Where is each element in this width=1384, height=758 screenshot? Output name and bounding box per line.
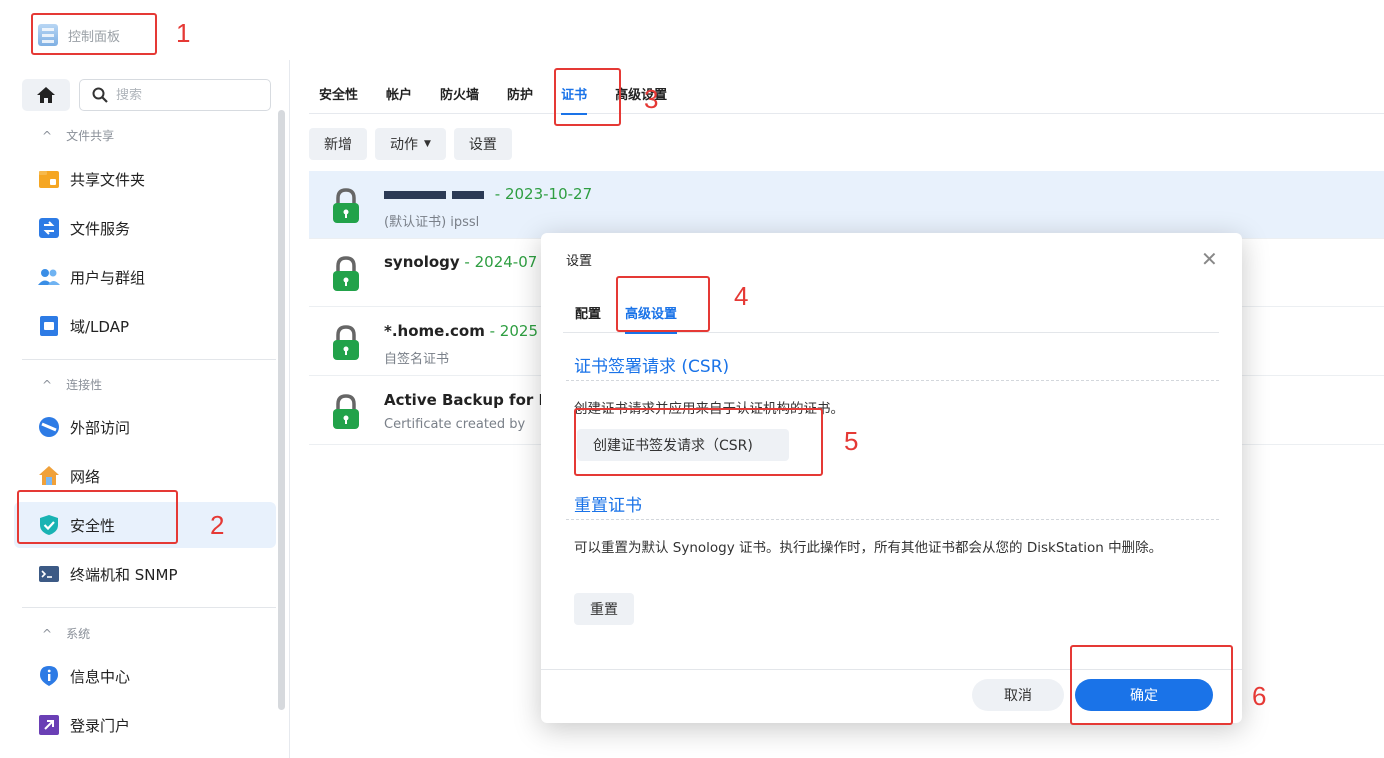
sidebar-item-external-access[interactable]: 外部访问 [14, 404, 276, 450]
sidebar-divider [22, 359, 276, 360]
certificate-description: (默认证书) ipssl [384, 215, 480, 230]
redacted-text [384, 190, 446, 199]
close-icon[interactable]: ✕ [1201, 247, 1218, 271]
cancel-button[interactable]: 取消 [972, 679, 1064, 711]
search-icon [92, 87, 108, 103]
tab-protection[interactable]: 防护 [493, 60, 547, 114]
home-button[interactable] [22, 79, 70, 111]
tab-security[interactable]: 安全性 [309, 60, 372, 114]
section-divider [566, 519, 1219, 520]
sidebar-item-login-portal[interactable]: 登录门户 [14, 702, 276, 748]
annotation-number-1: 1 [176, 18, 191, 48]
certificate-name: - 2023-10-27 [384, 185, 592, 203]
section-label: 文件共享 [66, 129, 115, 143]
search-input[interactable] [116, 87, 246, 103]
annotation-number-2: 2 [210, 510, 225, 540]
certificate-description: Certificate created by [384, 417, 526, 432]
chevron-up-icon: ^ [42, 377, 53, 392]
lock-icon [333, 256, 359, 291]
user-group-icon [38, 269, 60, 285]
certificate-name: *.home.com - 2025 [384, 322, 538, 340]
tab-bar: 安全性 帐户 防火墙 防护 证书 高级设置 [309, 60, 1384, 115]
sidebar-item-label: 域/LDAP [70, 317, 130, 336]
certificate-row[interactable]: - 2023-10-27 (默认证书) ipssl [309, 171, 1384, 239]
reset-description: 可以重置为默认 Synology 证书。执行此操作时，所有其他证书都会从您的 D… [574, 540, 1163, 556]
sidebar-item-label: 共享文件夹 [70, 170, 146, 189]
sidebar-item-label: 外部访问 [70, 418, 131, 437]
certificate-name: Active Backup for I [384, 391, 544, 409]
sidebar-item-file-services[interactable]: 文件服务 [14, 205, 276, 251]
section-header-system[interactable]: ^ 系统 [42, 625, 90, 642]
certificate-label: *.home.com [384, 322, 485, 340]
external-access-icon [39, 417, 59, 437]
sidebar-item-domain-ldap[interactable]: 域/LDAP [14, 303, 276, 349]
sidebar-item-user-group[interactable]: 用户与群组 [14, 254, 276, 300]
section-header-file-sharing[interactable]: ^ 文件共享 [42, 127, 114, 144]
lock-icon [333, 188, 359, 223]
certificate-label: Active Backup for I [384, 391, 545, 409]
redacted-text [452, 190, 484, 199]
lock-icon [333, 325, 359, 360]
section-label: 系统 [66, 627, 91, 641]
certificate-expiry: - 2024-07 [459, 253, 538, 271]
sidebar-item-label: 用户与群组 [70, 268, 146, 287]
home-icon [37, 87, 55, 103]
tab-account[interactable]: 帐户 [372, 60, 426, 114]
sidebar-item-terminal-snmp[interactable]: 终端机和 SNMP [14, 551, 276, 597]
certificate-label: synology [384, 253, 460, 271]
annotation-number-4: 4 [734, 281, 749, 311]
toolbar: 新增 动作 ▼ 设置 [309, 128, 512, 160]
action-dropdown-button[interactable]: 动作 ▼ [375, 128, 446, 160]
sidebar: ^ 文件共享 共享文件夹 文件服务 用户与群组 域/LDAP ^ 连接性 外部访… [0, 60, 290, 758]
sidebar-divider [22, 607, 276, 608]
certificate-description: 自签名证书 [384, 352, 450, 367]
tab-firewall[interactable]: 防火墙 [426, 60, 493, 114]
dialog-title: 设置 [566, 254, 593, 269]
annotation-box-2 [17, 490, 178, 544]
annotation-box-3 [554, 68, 621, 126]
search-box[interactable] [79, 79, 271, 111]
annotation-box-5 [574, 408, 823, 476]
action-label: 动作 [390, 137, 418, 153]
csr-section-title: 证书签署请求 (CSR) [574, 357, 730, 377]
sidebar-item-label: 登录门户 [70, 716, 131, 735]
section-header-connectivity[interactable]: ^ 连接性 [42, 376, 102, 393]
sidebar-item-label: 文件服务 [70, 219, 131, 238]
top-bar: 控制面板 [0, 0, 1384, 60]
annotation-box-6 [1070, 645, 1233, 725]
certificate-name: synology - 2024-07 [384, 253, 537, 271]
add-button[interactable]: 新增 [309, 128, 367, 160]
network-icon [39, 466, 59, 485]
login-portal-icon [39, 715, 59, 735]
reset-button[interactable]: 重置 [574, 593, 634, 625]
certificate-expiry: - 2025 [484, 322, 538, 340]
domain-ldap-icon [40, 316, 58, 336]
sidebar-scrollbar[interactable] [278, 110, 285, 710]
chevron-up-icon: ^ [42, 626, 53, 641]
terminal-icon [39, 566, 59, 582]
dialog-tab-config[interactable]: 配置 [563, 295, 613, 333]
sidebar-item-info-center[interactable]: 信息中心 [14, 653, 276, 699]
info-center-icon [40, 666, 58, 686]
sidebar-item-shared-folder[interactable]: 共享文件夹 [14, 156, 276, 202]
annotation-number-3: 3 [644, 84, 659, 114]
annotation-box-1 [31, 13, 157, 55]
lock-icon [333, 394, 359, 429]
settings-button[interactable]: 设置 [453, 128, 512, 160]
annotation-box-4 [616, 276, 710, 332]
annotation-number-6: 6 [1252, 681, 1267, 711]
sidebar-item-label: 网络 [70, 467, 101, 486]
section-label: 连接性 [66, 378, 103, 392]
chevron-up-icon: ^ [42, 128, 53, 143]
certificate-expiry: - 2023-10-27 [490, 185, 593, 203]
section-divider [566, 380, 1219, 381]
caret-down-icon: ▼ [424, 139, 431, 149]
sidebar-item-label: 信息中心 [70, 667, 131, 686]
sidebar-item-label: 终端机和 SNMP [70, 565, 178, 584]
annotation-number-5: 5 [844, 426, 859, 456]
file-services-icon [39, 218, 59, 238]
shared-folder-icon [39, 171, 59, 188]
reset-section-title: 重置证书 [574, 496, 642, 516]
